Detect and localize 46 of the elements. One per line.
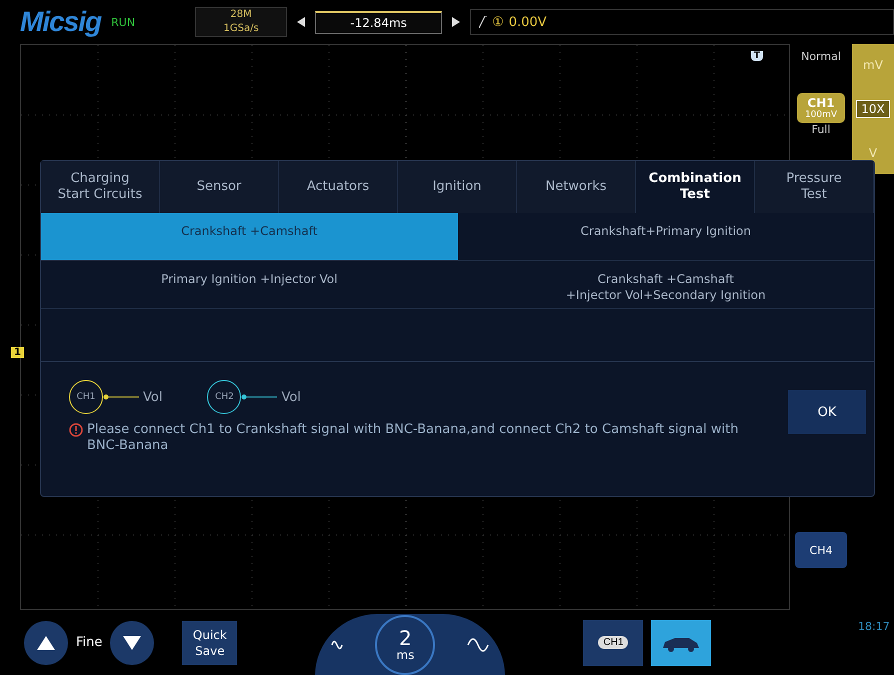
trigger-level: 0.00V: [508, 14, 547, 30]
probe-channel: CH1: [69, 380, 103, 414]
rising-edge-icon: [479, 16, 488, 28]
probe-label: Vol: [143, 390, 162, 404]
category-tab[interactable]: Networks: [517, 161, 636, 213]
car-mode-button[interactable]: [651, 620, 712, 666]
test-option[interactable]: Crankshaft +Camshaft +Injector Vol+Secondary Ignition: [458, 261, 874, 309]
bandwidth-label: Full: [812, 123, 830, 136]
probe-lead-icon: [103, 394, 139, 400]
trigger-mode: Normal: [801, 50, 841, 63]
test-option[interactable]: Crankshaft +Camshaft: [41, 213, 458, 261]
ok-button[interactable]: OK: [788, 390, 866, 434]
up-triangle-icon: [37, 636, 55, 650]
fine-label: Fine: [76, 635, 102, 650]
category-tab[interactable]: Pressure Test: [755, 161, 874, 213]
right-arrow-icon[interactable]: [452, 17, 460, 27]
category-tab[interactable]: Charging Start Circuits: [41, 161, 160, 213]
quick-save-button[interactable]: Quick Save: [182, 620, 238, 664]
test-option[interactable]: Primary Ignition +Injector Vol: [41, 261, 458, 309]
channel-chip: CH1: [598, 636, 628, 649]
channel-marker: 1: [11, 347, 24, 358]
trigger-source: ①: [492, 14, 504, 30]
timebase-knob[interactable]: 2 ms: [375, 614, 436, 674]
down-button[interactable]: [110, 620, 154, 664]
probe-unit[interactable]: 10X: [856, 100, 890, 118]
run-status: RUN: [111, 16, 136, 28]
trigger-marker: T: [750, 51, 763, 61]
up-button[interactable]: [24, 620, 68, 664]
down-triangle-icon: [123, 636, 142, 650]
clock-time: 18:17: [858, 620, 891, 633]
category-tab[interactable]: Sensor: [160, 161, 279, 213]
channel-menu-button[interactable]: CH1: [583, 620, 644, 666]
probe-lead-icon: [241, 394, 278, 400]
probe-label: Vol: [281, 390, 301, 404]
logo: Micsig: [20, 6, 102, 38]
large-wave-icon[interactable]: [467, 636, 490, 652]
left-arrow-icon[interactable]: [297, 17, 306, 27]
instruction-text: Please connect Ch1 to Crankshaft signal with BNC-Banana,and connect Ch2 to Camshaft signal with BNC-Banana: [87, 422, 740, 454]
probe-channel: CH2: [207, 380, 242, 414]
test-option[interactable]: Crankshaft+Primary Ignition: [458, 213, 874, 261]
category-tab[interactable]: Ignition: [398, 161, 517, 213]
time-offset: -12.84ms: [315, 10, 442, 34]
category-tab[interactable]: Actuators: [279, 161, 398, 213]
acquisition-info: 28M 1GSa/s: [195, 7, 288, 37]
warning-icon: [69, 423, 83, 437]
channel-button[interactable]: CH4: [795, 532, 847, 568]
